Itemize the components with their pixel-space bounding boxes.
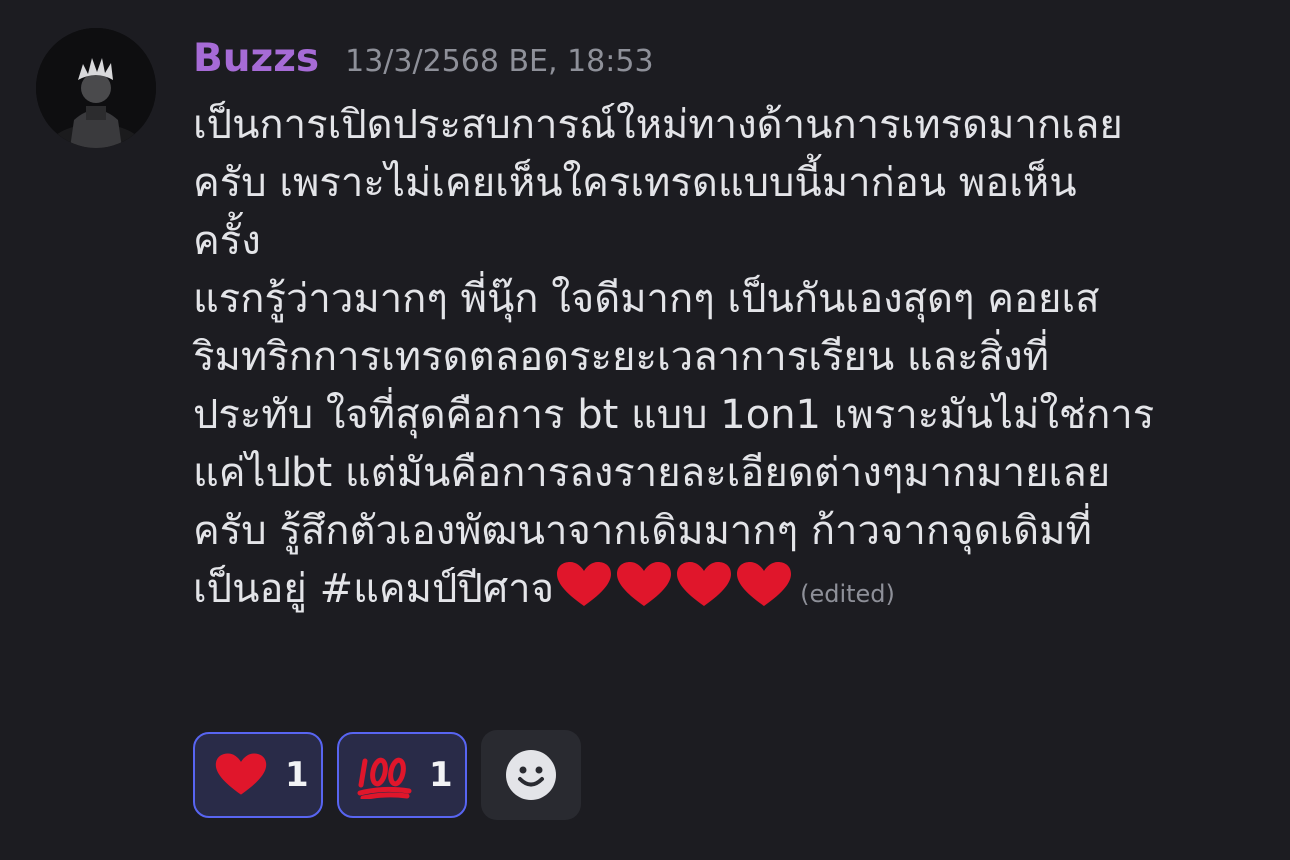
heart-emoji-icon	[213, 751, 269, 799]
reactions-bar: 1 1	[193, 730, 581, 820]
reaction-hundred-points[interactable]: 1	[337, 732, 467, 818]
reaction-count: 1	[285, 755, 309, 795]
message-content: เป็นการเปิดประสบการณ์ใหม่ทางด้านการเทรดม…	[193, 96, 1278, 623]
chat-message: Buzzs 13/3/2568 BE, 18:53 เป็นการเปิดประ…	[0, 0, 1290, 860]
reaction-count: 1	[429, 755, 453, 795]
edited-label: (edited)	[800, 580, 895, 608]
add-reaction-button[interactable]	[481, 730, 581, 820]
message-header: Buzzs 13/3/2568 BE, 18:53	[193, 36, 654, 92]
message-text: เป็นการเปิดประสบการณ์ใหม่ทางด้านการเทรดม…	[193, 102, 1155, 612]
smiley-add-reaction-icon	[506, 750, 556, 800]
heart-emoji-group	[554, 562, 794, 612]
reaction-heart[interactable]: 1	[193, 732, 323, 818]
username[interactable]: Buzzs	[193, 36, 319, 81]
timestamp[interactable]: 13/3/2568 BE, 18:53	[345, 44, 653, 79]
avatar[interactable]	[36, 28, 156, 148]
anime-character-avatar-icon	[36, 28, 156, 148]
hundred-points-emoji-icon	[357, 751, 413, 799]
heart-emoji-icon	[557, 562, 792, 606]
